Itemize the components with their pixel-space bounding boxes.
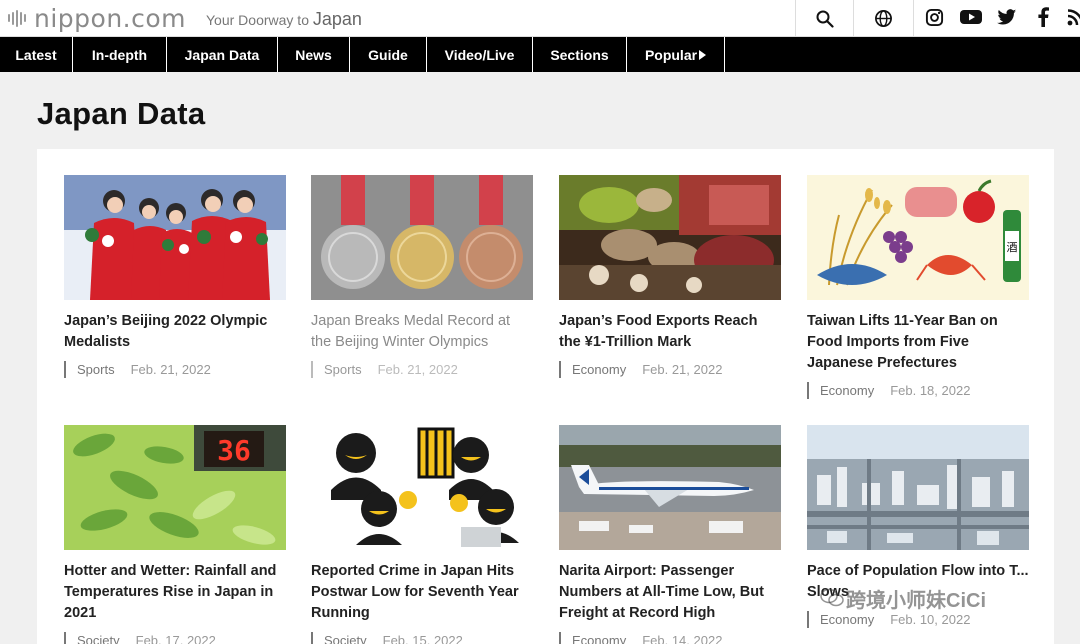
article-category[interactable]: Economy: [820, 383, 874, 398]
twitter-link[interactable]: [995, 5, 1019, 29]
site-logo[interactable]: nippon.com: [8, 3, 186, 33]
article-date: Feb. 15, 2022: [382, 633, 463, 644]
nav-label: Japan Data: [184, 46, 260, 63]
nav-item-japan-data[interactable]: Japan Data: [167, 37, 278, 72]
nav-label: Video/Live: [444, 46, 515, 63]
page-title: Japan Data: [37, 96, 206, 131]
article-thumbnail: [311, 425, 533, 550]
article-category[interactable]: Sports: [324, 362, 362, 377]
article-date: Feb. 10, 2022: [890, 612, 971, 627]
article-thumbnail: [559, 175, 781, 300]
youtube-link[interactable]: [959, 5, 983, 29]
article-title[interactable]: Taiwan Lifts 11-Year Ban on Food Imports…: [807, 311, 1029, 374]
sake-label: 酒: [1007, 241, 1018, 254]
tagline-big: Japan: [312, 9, 362, 29]
globe-icon: [875, 10, 892, 27]
article-thumbnail: 36: [64, 425, 286, 550]
article-meta: Sports Feb. 21, 2022: [311, 361, 533, 378]
twitter-icon: [997, 8, 1017, 25]
search-button[interactable]: [795, 0, 854, 37]
article-category[interactable]: Economy: [820, 612, 874, 627]
nav-item-in-depth[interactable]: In-depth: [73, 37, 167, 72]
article-category[interactable]: Sports: [77, 362, 115, 377]
article-card[interactable]: Reported Crime in Japan Hits Postwar Low…: [311, 425, 533, 644]
article-category[interactable]: Society: [324, 633, 367, 644]
article-title[interactable]: Hotter and Wetter: Rainfall and Temperat…: [64, 561, 286, 624]
article-card[interactable]: Narita Airport: Passenger Numbers at All…: [559, 425, 781, 644]
nav-item-sections[interactable]: Sections: [533, 37, 627, 72]
nav-item-video-live[interactable]: Video/Live: [427, 37, 533, 72]
article-card[interactable]: Japan’s Beijing 2022 Olympic Medalists S…: [64, 175, 286, 378]
nav-label: News: [295, 46, 332, 63]
main-nav: Latest In-depth Japan Data News Guide Vi…: [0, 37, 1080, 72]
article-thumbnail: [807, 425, 1029, 550]
language-button[interactable]: [854, 0, 914, 37]
article-meta: Sports Feb. 21, 2022: [64, 361, 286, 378]
nav-item-latest[interactable]: Latest: [0, 37, 73, 72]
nav-item-popular[interactable]: Popular: [627, 37, 725, 72]
article-thumbnail: 酒: [807, 175, 1029, 300]
article-title[interactable]: Japan Breaks Medal Record at the Beijing…: [311, 311, 533, 353]
article-title[interactable]: Reported Crime in Japan Hits Postwar Low…: [311, 561, 533, 624]
nav-item-guide[interactable]: Guide: [350, 37, 427, 72]
nav-item-news[interactable]: News: [278, 37, 350, 72]
article-title[interactable]: Japan’s Food Exports Reach the ¥1-Trilli…: [559, 311, 781, 353]
article-category[interactable]: Economy: [572, 633, 626, 644]
article-meta: Society Feb. 15, 2022: [311, 632, 533, 644]
article-thumbnail: [311, 175, 533, 300]
article-title[interactable]: Japan’s Beijing 2022 Olympic Medalists: [64, 311, 286, 353]
article-category[interactable]: Economy: [572, 362, 626, 377]
article-meta: Society Feb. 17, 2022: [64, 632, 286, 644]
article-category[interactable]: Society: [77, 633, 120, 644]
play-triangle-icon: [699, 49, 707, 60]
article-card[interactable]: Japan’s Food Exports Reach the ¥1-Trilli…: [559, 175, 781, 378]
facebook-link[interactable]: [1031, 5, 1055, 29]
article-meta: Economy Feb. 10, 2022: [807, 611, 1029, 628]
logo-text: nippon.com: [34, 3, 187, 33]
article-date: Feb. 21, 2022: [130, 362, 211, 377]
article-meta: Economy Feb. 14, 2022: [559, 632, 781, 644]
watermark-text: 跨境小师妹CiCi: [846, 590, 986, 612]
instagram-icon: [925, 8, 943, 26]
nav-label: Guide: [368, 46, 408, 63]
article-card[interactable]: 酒 Taiwan Lifts 11-Year Ban on Food Impor…: [807, 175, 1029, 399]
rss-link[interactable]: [1063, 5, 1080, 29]
article-card[interactable]: 36 Hotter and Wetter: Rainfall and Tempe…: [64, 425, 286, 644]
article-card[interactable]: Japan Breaks Medal Record at the Beijing…: [311, 175, 533, 378]
article-date: Feb. 14, 2022: [642, 633, 723, 644]
nav-label: Popular: [644, 46, 698, 63]
facebook-icon: [1038, 7, 1049, 27]
article-title[interactable]: Narita Airport: Passenger Numbers at All…: [559, 561, 781, 624]
article-date: Feb. 17, 2022: [135, 633, 216, 644]
article-thumbnail: [64, 175, 286, 300]
article-date: Feb. 18, 2022: [890, 383, 971, 398]
nav-label: In-depth: [91, 46, 148, 63]
wechat-watermark-icon: [820, 588, 844, 607]
site-tagline: Your Doorway to Japan: [206, 9, 362, 30]
site-header: nippon.com Your Doorway to Japan: [0, 0, 1080, 37]
instagram-link[interactable]: [922, 5, 946, 29]
tagline-small: Your Doorway to: [206, 12, 309, 28]
article-date: Feb. 21, 2022: [377, 362, 458, 377]
article-meta: Economy Feb. 18, 2022: [807, 382, 1029, 399]
rss-icon: [1067, 8, 1080, 25]
article-date: Feb. 21, 2022: [642, 362, 723, 377]
article-thumbnail: [559, 425, 781, 550]
article-meta: Economy Feb. 21, 2022: [559, 361, 781, 378]
nav-label: Latest: [15, 46, 57, 63]
thermometer-display-text: 36: [217, 434, 251, 467]
logo-mark-icon: [8, 8, 28, 28]
article-grid: Japan’s Beijing 2022 Olympic Medalists S…: [37, 149, 1054, 644]
search-icon: [816, 10, 834, 28]
youtube-icon: [960, 10, 982, 24]
nav-label: Sections: [550, 46, 609, 63]
